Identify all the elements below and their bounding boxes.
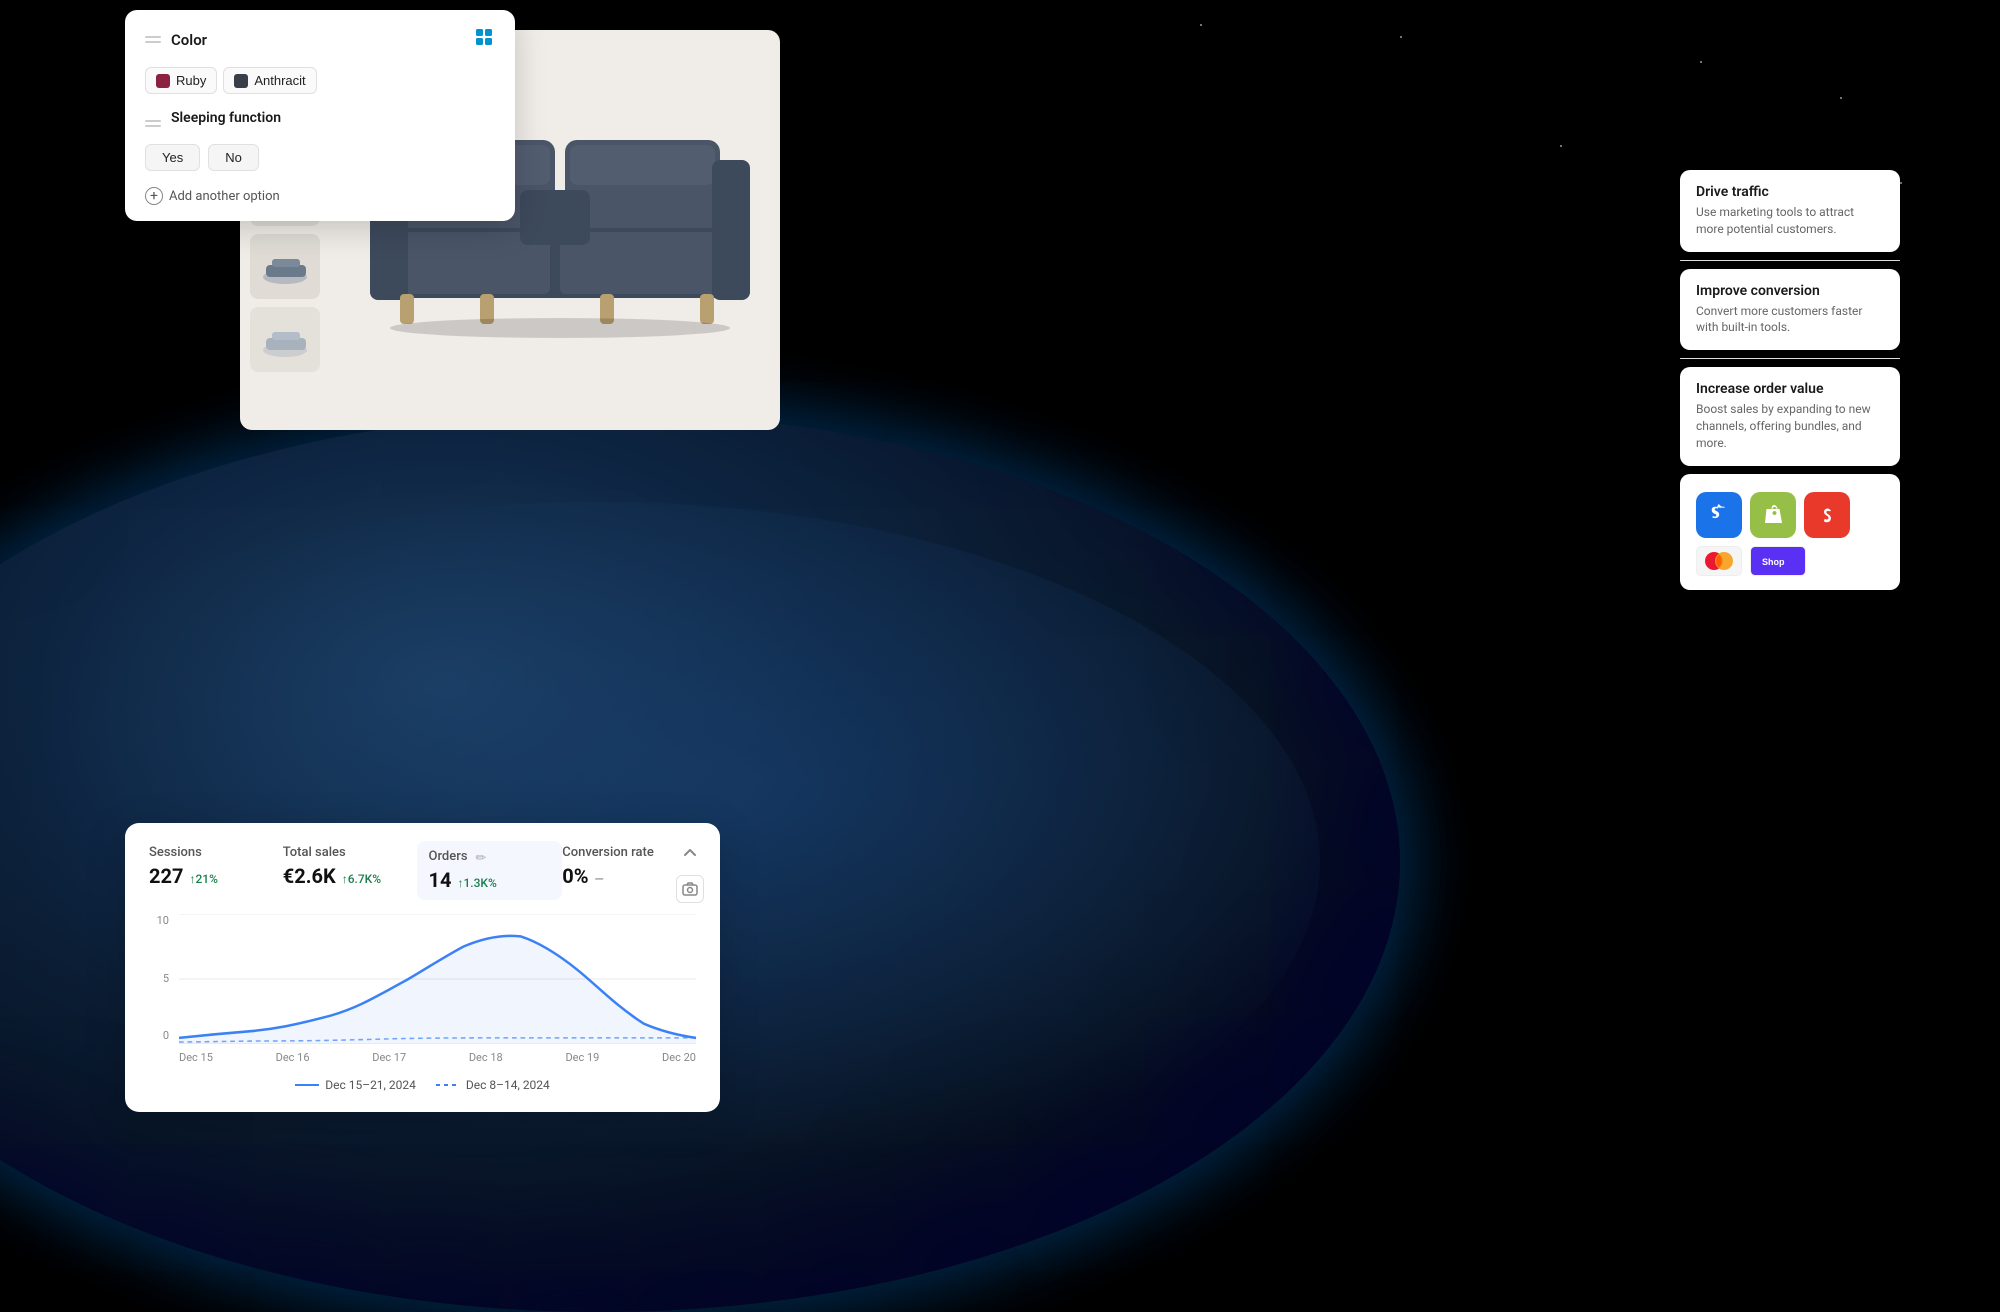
increase-order-desc: Boost sales by expanding to new channels… [1696, 401, 1884, 451]
orders-edit-icon[interactable]: ✏ [476, 851, 487, 866]
drive-traffic-card: Drive traffic Use marketing tools to att… [1680, 170, 1900, 252]
y-axis: 0 5 10 [149, 914, 169, 1064]
thumbnail-3[interactable] [250, 234, 320, 299]
color-swatches-row: Ruby Anthracit [145, 67, 495, 94]
no-btn[interactable]: No [208, 144, 259, 171]
total-sales-value: €2.6K [283, 864, 336, 888]
orders-value: 14 [429, 868, 452, 892]
sessions-value: 227 [149, 864, 183, 888]
ruby-label: Ruby [176, 73, 206, 88]
payment-icons-row: Shop [1696, 546, 1884, 576]
total-sales-metric: Total sales €2.6K ↑6.7K% [283, 845, 417, 896]
legend-previous-label: Dec 8–14, 2024 [466, 1078, 550, 1092]
color-options-card: Color Ruby Anthracit Sleeping function [125, 10, 515, 221]
shop-pay-icon: Shop [1750, 546, 1806, 576]
sleep-options-row: Yes No [145, 144, 495, 171]
orders-label: Orders [429, 849, 468, 864]
svg-text:Shop: Shop [1762, 557, 1785, 567]
color-card-title: Color [171, 31, 207, 49]
x-label-dec17: Dec 17 [372, 1051, 406, 1064]
color-card-header: Color [145, 26, 495, 53]
total-sales-label: Total sales [283, 845, 405, 860]
x-label-dec15: Dec 15 [179, 1051, 213, 1064]
legend-solid-line [295, 1084, 319, 1086]
chart-svg [179, 914, 696, 1044]
ruby-color-btn[interactable]: Ruby [145, 67, 217, 94]
shopify-blue-icon[interactable] [1696, 492, 1742, 538]
drive-traffic-title: Drive traffic [1696, 184, 1884, 200]
thumbnail-4[interactable] [250, 307, 320, 372]
chart-container: 0 5 10 Dec 15 Dec 16 Dec 17 Dec 18 Dec 1… [149, 914, 696, 1064]
improve-conversion-title: Improve conversion [1696, 283, 1884, 299]
add-option-label: Add another option [169, 189, 280, 204]
x-label-dec16: Dec 16 [276, 1051, 310, 1064]
drive-traffic-desc: Use marketing tools to attract more pote… [1696, 204, 1884, 238]
sleep-title: Sleeping function [171, 110, 281, 126]
mastercard-icon [1696, 546, 1742, 576]
ruby-dot [156, 74, 170, 88]
x-axis: Dec 15 Dec 16 Dec 17 Dec 18 Dec 19 Dec 2… [179, 1051, 696, 1064]
orders-metric: Orders ✏ 14 ↑1.3K% [417, 841, 563, 900]
legend-current-label: Dec 15–21, 2024 [325, 1078, 416, 1092]
total-sales-change: ↑6.7K% [342, 872, 381, 886]
add-option-btn[interactable]: + Add another option [145, 187, 495, 205]
conversion-label: Conversion rate [562, 845, 684, 860]
apps-card: Shop [1680, 474, 1900, 590]
metrics-row: Sessions 227 ↑21% Total sales €2.6K ↑6.7… [149, 845, 696, 896]
collapse-btn[interactable] [676, 839, 704, 867]
shopify-s-icon[interactable] [1804, 492, 1850, 538]
anthracit-label: Anthracit [254, 73, 305, 88]
orders-change: ↑1.3K% [457, 876, 496, 890]
sessions-metric: Sessions 227 ↑21% [149, 845, 283, 896]
orders-header: Orders ✏ [429, 849, 551, 868]
legend-dashed-line [436, 1084, 460, 1086]
x-label-dec20: Dec 20 [662, 1051, 696, 1064]
sleep-drag-handle[interactable] [145, 120, 161, 127]
divider-2 [1680, 358, 1900, 359]
sleeping-function-section: Sleeping function Yes No [145, 110, 495, 171]
app-icons-row [1696, 492, 1884, 538]
y-label-10: 10 [149, 914, 169, 927]
increase-order-card: Increase order value Boost sales by expa… [1680, 367, 1900, 465]
conversion-change: — [595, 872, 604, 886]
yes-btn[interactable]: Yes [145, 144, 200, 171]
conversion-value: 0% [562, 864, 588, 888]
legend-current: Dec 15–21, 2024 [295, 1078, 416, 1092]
shopify-bag-icon[interactable] [1750, 492, 1796, 538]
sessions-change: ↑21% [189, 872, 217, 886]
screenshot-btn[interactable] [676, 875, 704, 903]
x-label-dec19: Dec 19 [565, 1051, 599, 1064]
chart-legend: Dec 15–21, 2024 Dec 8–14, 2024 [149, 1078, 696, 1092]
legend-previous: Dec 8–14, 2024 [436, 1078, 550, 1092]
plus-icon: + [145, 187, 163, 205]
anthracit-dot [234, 74, 248, 88]
right-panel: Drive traffic Use marketing tools to att… [1680, 170, 1900, 590]
drag-handle[interactable] [145, 36, 161, 43]
y-label-5: 5 [149, 972, 169, 985]
y-label-0: 0 [149, 1029, 169, 1042]
analytics-card: Sessions 227 ↑21% Total sales €2.6K ↑6.7… [125, 823, 720, 1112]
shopify-polaris-icon [473, 26, 495, 53]
increase-order-title: Increase order value [1696, 381, 1884, 397]
improve-conversion-desc: Convert more customers faster with built… [1696, 303, 1884, 337]
sessions-label: Sessions [149, 845, 271, 860]
x-label-dec18: Dec 18 [469, 1051, 503, 1064]
improve-conversion-card: Improve conversion Convert more customer… [1680, 269, 1900, 351]
anthracit-color-btn[interactable]: Anthracit [223, 67, 316, 94]
divider-1 [1680, 260, 1900, 261]
